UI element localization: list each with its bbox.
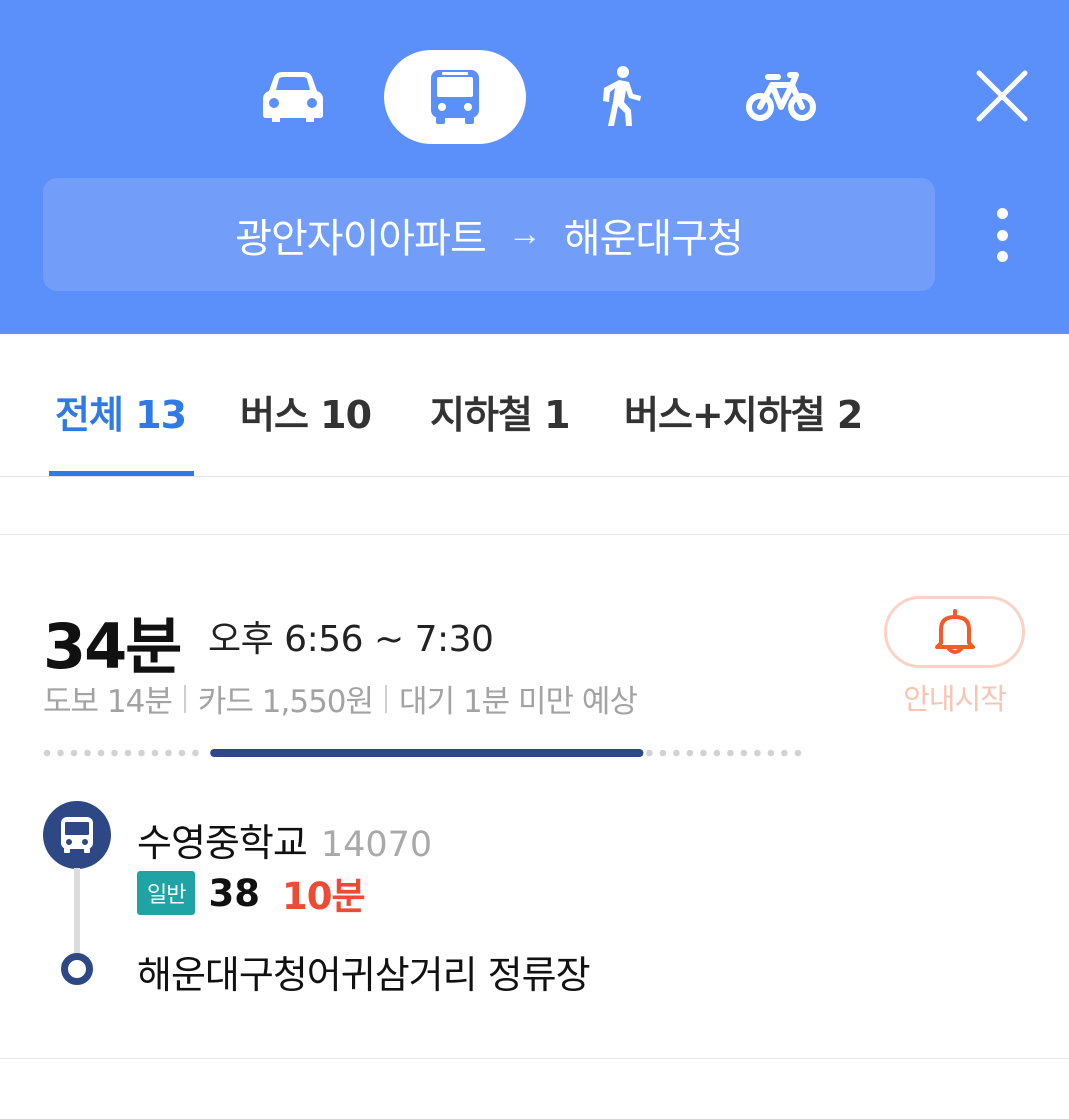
walk-segment-dot — [727, 749, 734, 757]
route-progress-bar — [43, 749, 802, 757]
walk-segment-dot — [84, 749, 91, 757]
route-arrow-icon: → — [507, 215, 542, 253]
walk-segment-dot — [111, 749, 118, 757]
mode-car-button[interactable] — [248, 50, 338, 144]
walk-segment-dot — [97, 749, 105, 757]
tab-bus[interactable]: 버스 10 — [240, 384, 372, 439]
walk-segment-dot — [192, 749, 199, 757]
card-divider — [0, 1058, 1069, 1059]
close-button[interactable] — [970, 64, 1034, 128]
time-range: 오후 6:56 ~ 7:30 — [208, 619, 494, 660]
origin-label: 광안자이아파트 — [235, 215, 487, 262]
boarding-stop-id: 14070 — [320, 825, 433, 865]
walk-time: 도보 14분 — [43, 684, 173, 720]
start-guide-button[interactable] — [884, 596, 1025, 668]
bell-icon — [934, 609, 975, 654]
boarding-stop-name: 수영중학교 — [137, 821, 308, 865]
meta-divider — [183, 684, 186, 713]
bus-number: 38 — [208, 871, 260, 915]
walk-segment-dot — [700, 749, 707, 757]
tab-bus-subway[interactable]: 버스+지하철 2 — [624, 384, 863, 439]
close-icon — [976, 70, 1028, 122]
walk-segment-dot — [124, 749, 132, 757]
more-options-button[interactable] — [980, 200, 1024, 270]
mode-bike-button[interactable] — [735, 50, 827, 144]
walk-segment-dot — [713, 749, 721, 757]
bike-icon — [746, 72, 816, 121]
bus-line-info[interactable]: 일반 38 10분 — [137, 866, 366, 920]
meta-divider — [385, 684, 388, 713]
wait-estimate: 대기 1분 미만 예상 — [399, 684, 638, 720]
walk-icon — [603, 66, 641, 126]
mode-walk-button[interactable] — [580, 50, 660, 144]
route-meta: 도보 14분 카드 1,550원 대기 1분 미만 예상 — [43, 676, 638, 721]
header: 광안자이아파트 → 해운대구청 — [0, 0, 1069, 334]
section-divider — [0, 477, 1069, 535]
bus-type-badge: 일반 — [137, 871, 196, 915]
walk-segment-dot — [767, 749, 775, 757]
walk-segment-dot — [781, 749, 788, 757]
walk-segment-dot — [686, 749, 694, 757]
total-travel-time: 34분 — [43, 610, 182, 683]
tab-subway[interactable]: 지하철 1 — [430, 384, 571, 439]
walk-segment-dot — [646, 749, 653, 757]
walk-segment-dot — [178, 749, 186, 757]
bus-icon — [61, 817, 93, 853]
bus-icon — [431, 70, 479, 124]
walk-segment-dot — [659, 749, 667, 757]
walk-segment-dot — [754, 749, 761, 757]
walk-segment-dot — [43, 749, 51, 757]
alighting-stop[interactable]: 해운대구청어귀삼거리 정류장 — [137, 944, 591, 999]
walk-segment-dot — [673, 749, 680, 757]
walk-segment-dot — [57, 749, 64, 757]
walk-segment-dot — [740, 749, 748, 757]
route-search-bar[interactable]: 광안자이아파트 → 해운대구청 — [43, 178, 935, 291]
timeline-line — [74, 868, 80, 956]
walk-segment-dot — [794, 749, 802, 757]
mode-bus-button[interactable] — [384, 50, 526, 144]
walk-segment-dot — [70, 749, 78, 757]
car-icon — [263, 72, 323, 122]
active-tab-indicator — [49, 471, 194, 476]
walk-segment-dot — [165, 749, 172, 757]
more-vertical-icon — [996, 208, 1008, 219]
route-filter-tabs: 전체 13 버스 10 지하철 1 버스+지하철 2 — [0, 334, 1069, 477]
tab-all[interactable]: 전체 13 — [55, 384, 187, 439]
boarding-stop[interactable]: 수영중학교 14070 — [137, 812, 432, 867]
destination-label: 해운대구청 — [563, 215, 744, 262]
bus-step-icon — [43, 801, 111, 869]
fare: 카드 1,550원 — [197, 684, 374, 720]
bus-arrival-time: 10분 — [281, 875, 366, 918]
bus-segment — [210, 749, 644, 757]
walk-segment-dot — [138, 749, 145, 757]
alight-point-icon — [61, 953, 93, 985]
start-guide-label: 안내시작 — [903, 682, 1007, 716]
walk-segment-dot — [151, 749, 159, 757]
